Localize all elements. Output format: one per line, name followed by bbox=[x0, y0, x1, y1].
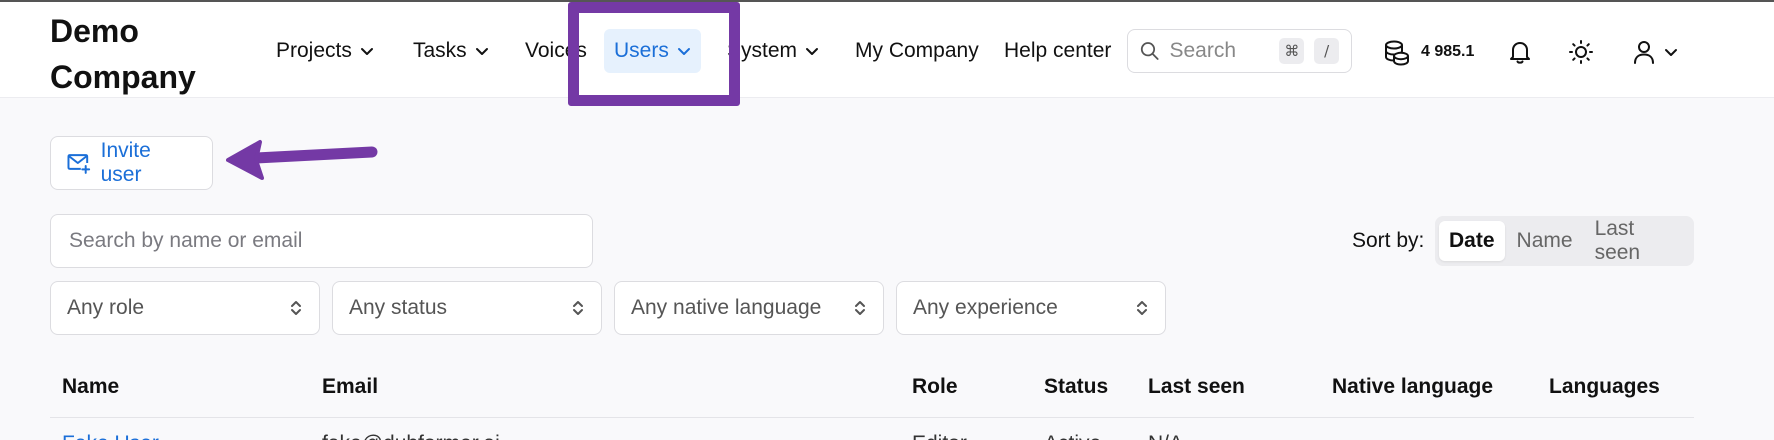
native-language-filter-value: Any native language bbox=[631, 296, 822, 319]
sort-option-last-seen[interactable]: Last seen bbox=[1585, 217, 1690, 264]
status-filter-value: Any status bbox=[349, 296, 448, 319]
global-search[interactable]: ⌘ / bbox=[1127, 29, 1352, 73]
chevron-down-icon bbox=[360, 48, 373, 55]
status-filter-select[interactable]: Any status bbox=[332, 281, 602, 335]
nav-label: My Company bbox=[855, 39, 979, 62]
nav-label: Projects bbox=[276, 39, 352, 62]
bell-icon bbox=[1510, 42, 1530, 64]
nav-label: Tasks bbox=[413, 39, 467, 62]
shortcut-key-slash: / bbox=[1314, 38, 1339, 64]
native-language-filter-select[interactable]: Any native language bbox=[614, 281, 884, 335]
chevron-up-down-icon bbox=[855, 301, 865, 315]
top-navigation-bar: Demo Company Projects Tasks Voices Users… bbox=[0, 2, 1774, 98]
nav-label: Voices bbox=[525, 39, 587, 62]
credits-value: 4 985.1 bbox=[1421, 43, 1475, 60]
chevron-up-down-icon bbox=[291, 301, 301, 315]
table-row-last-seen: N/A bbox=[1148, 432, 1183, 440]
nav-my-company[interactable]: My Company bbox=[845, 29, 989, 73]
sort-segmented-control: Date Name Last seen bbox=[1435, 216, 1694, 266]
coins-icon bbox=[1385, 40, 1409, 66]
nav-users[interactable]: Users bbox=[604, 29, 701, 73]
table-row-status: Active bbox=[1044, 432, 1101, 440]
theme-toggle-button[interactable] bbox=[1563, 34, 1599, 70]
user-menu-button[interactable] bbox=[1625, 34, 1685, 70]
nav-voices[interactable]: Voices bbox=[515, 29, 597, 73]
user-search-field[interactable] bbox=[50, 214, 593, 268]
mail-plus-icon bbox=[67, 154, 91, 174]
company-logo[interactable]: Demo Company bbox=[50, 8, 240, 100]
nav-help-center[interactable]: Help center bbox=[994, 29, 1121, 73]
table-row-role: Editor bbox=[912, 432, 967, 440]
nav-label: System bbox=[727, 39, 798, 62]
sort-label: Sort by: bbox=[1352, 229, 1425, 252]
global-search-input[interactable] bbox=[1169, 39, 1270, 63]
nav-label: Users bbox=[614, 39, 669, 62]
credits-balance[interactable]: 4 985.1 bbox=[1383, 34, 1474, 70]
role-filter-select[interactable]: Any role bbox=[50, 281, 320, 335]
nav-label: Help center bbox=[1004, 39, 1112, 62]
chevron-down-icon bbox=[1665, 49, 1677, 56]
column-header-name[interactable]: Name bbox=[62, 375, 119, 399]
nav-projects[interactable]: Projects bbox=[266, 29, 384, 73]
sun-icon bbox=[1569, 40, 1593, 64]
chevron-up-down-icon bbox=[573, 301, 583, 315]
invite-user-button[interactable]: Invite user bbox=[50, 136, 213, 190]
chevron-up-down-icon bbox=[1137, 301, 1147, 315]
table-header-divider bbox=[50, 417, 1694, 418]
search-icon bbox=[1140, 42, 1159, 60]
role-filter-value: Any role bbox=[67, 296, 145, 319]
table-row-name-link[interactable]: Fake User bbox=[62, 432, 159, 440]
sort-option-date[interactable]: Date bbox=[1439, 221, 1505, 261]
notifications-button[interactable] bbox=[1502, 34, 1538, 70]
experience-filter-select[interactable]: Any experience bbox=[896, 281, 1166, 335]
sort-option-name[interactable]: Name bbox=[1507, 221, 1583, 261]
chevron-down-icon bbox=[677, 48, 690, 55]
nav-system[interactable]: System bbox=[717, 29, 829, 73]
chevron-down-icon bbox=[475, 48, 488, 55]
column-header-status[interactable]: Status bbox=[1044, 375, 1108, 399]
shortcut-key-cmd: ⌘ bbox=[1279, 38, 1305, 64]
column-header-role[interactable]: Role bbox=[912, 375, 958, 399]
chevron-down-icon bbox=[806, 48, 819, 55]
user-icon bbox=[1634, 41, 1654, 64]
experience-filter-value: Any experience bbox=[913, 296, 1058, 319]
table-row-email: fake@dubformer.ai bbox=[322, 432, 500, 440]
user-search-input[interactable] bbox=[69, 229, 574, 253]
column-header-native-language[interactable]: Native language bbox=[1332, 375, 1493, 399]
arrow-annotation bbox=[226, 140, 378, 180]
column-header-last-seen[interactable]: Last seen bbox=[1148, 375, 1245, 399]
invite-user-label: Invite user bbox=[100, 139, 151, 186]
column-header-languages[interactable]: Languages bbox=[1549, 375, 1660, 399]
column-header-email[interactable]: Email bbox=[322, 375, 378, 399]
nav-tasks[interactable]: Tasks bbox=[403, 29, 499, 73]
